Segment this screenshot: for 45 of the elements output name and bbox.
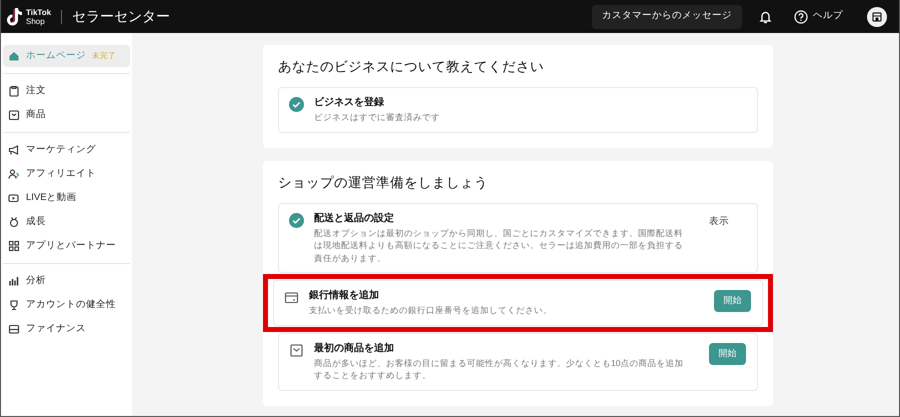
task-title: 最初の商品を追加 [314,342,395,356]
sidebar-item[interactable]: ファイナンス [3,318,130,340]
shop-avatar-icon[interactable] [867,6,887,26]
clipboard-icon [8,85,20,97]
messages-button[interactable]: カスタマーからのメッセージ [592,4,742,28]
box-icon [8,109,20,121]
section-title: ショップの運営準備をしましょう [278,174,489,192]
bar-chart-icon [8,275,20,287]
sidebar-item[interactable]: 分析 [3,270,130,292]
sidebar-item[interactable]: LIVEと動画 [3,187,130,209]
view-link[interactable]: 表示 [709,214,729,229]
help-button[interactable]: ヘルプ [794,9,843,24]
task-description: ビジネスはすでに審査済みです [314,111,441,124]
note-logo-icon [7,6,23,26]
task-title: 銀行情報を追加 [309,289,380,303]
task-description: 配送オプションは最初のショップから同期し、国ごとにカスタマイズできます。国際配送料は現地配送料よりも高額になることにご注意ください。セラーは追加費用の一部を負担する責任があります。 [314,226,684,264]
logo-text: TikTok [26,8,52,16]
start-button[interactable]: 開始 [714,290,751,312]
help-icon [794,10,808,24]
sidebar-item[interactable]: アフィリエイト [3,163,130,185]
sidebar-item[interactable]: 商品 [3,104,130,126]
check-circle-icon [289,97,304,112]
card-icon [284,290,299,305]
sidebar-item[interactable]: アカウントの健全性 [3,294,130,316]
start-button[interactable]: 開始 [709,342,746,364]
task-title: 配送と返品の設定 [314,212,395,226]
task-title: ビジネスを登録 [314,96,385,110]
sidebar-item[interactable]: アプリとパートナー [3,235,130,257]
task-description: 支払いを受け取るための銀行口座番号を追加してください。 [309,304,553,316]
check-circle-icon [289,212,304,228]
megaphone-icon [8,144,20,156]
people-icon [8,168,20,180]
sidebar-item[interactable]: マーケティング [3,139,130,161]
grid-icon [8,240,20,252]
sidebar-item[interactable]: 成長 [3,211,130,233]
sidebar-item[interactable]: 注文 [3,80,130,102]
trophy-icon [8,299,20,311]
home-icon [8,50,20,62]
video-icon [8,192,20,204]
bell-icon[interactable] [759,10,772,24]
app-title: セラーセンター [72,7,170,26]
section-title: あなたのビジネスについて教えてください [278,58,545,76]
logo-text: Shop [26,16,46,26]
box-icon [289,342,304,358]
task-description: 商品が多いほど、お客様の目に留まる可能性が高くなります。少なくとも10点の商品を追加することをおすすめします。 [314,356,685,382]
